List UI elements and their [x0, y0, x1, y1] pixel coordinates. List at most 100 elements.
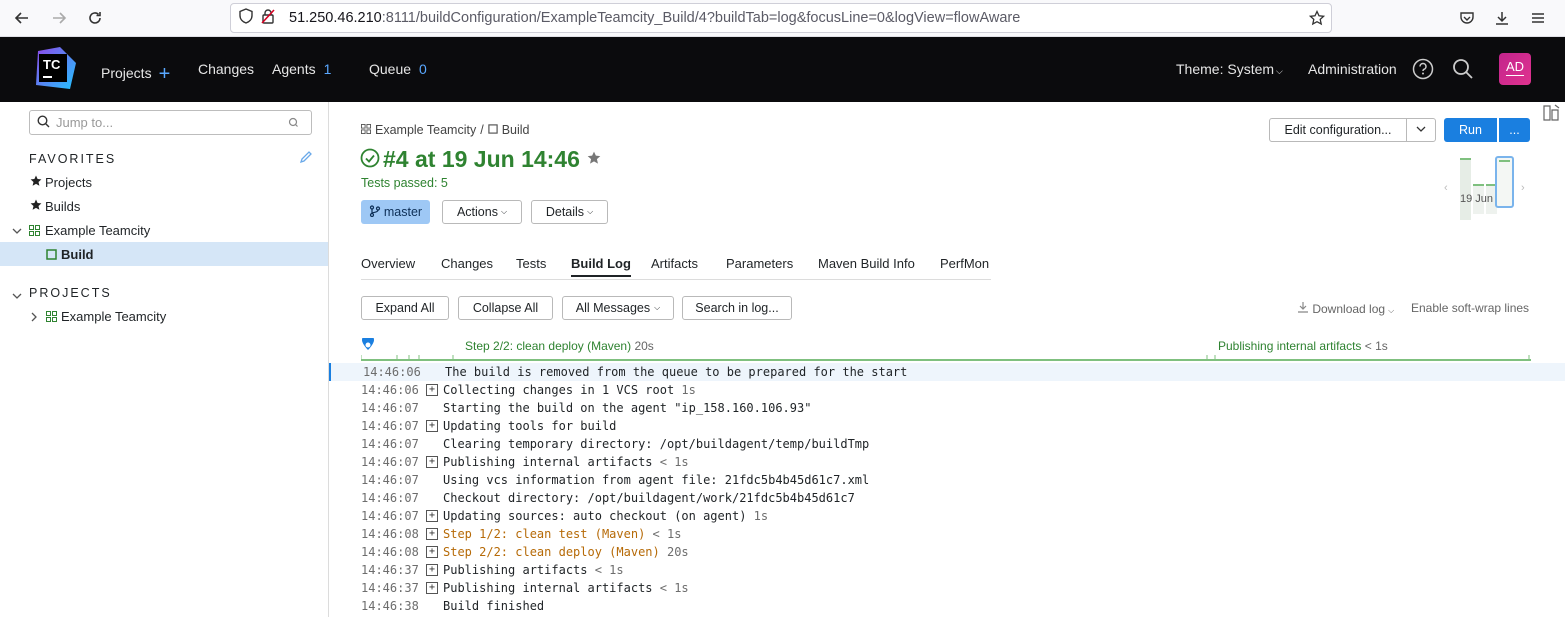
- url-text[interactable]: 51.250.46.210:8111/buildConfiguration/Ex…: [289, 10, 1303, 26]
- log-row[interactable]: 14:46:37 + Publishing internal artifacts <…: [329, 579, 1565, 597]
- log-message-text: Step 2/2: clean deploy (Maven): [443, 545, 660, 559]
- log-row[interactable]: 14:46:08 + Step 1/2: clean test (Maven) < …: [329, 525, 1565, 543]
- details-button[interactable]: Details ⌵: [531, 200, 608, 224]
- expand-icon[interactable]: +: [426, 510, 438, 522]
- expand-icon[interactable]: +: [426, 546, 438, 558]
- nav-queue[interactable]: Queue 0: [369, 61, 427, 77]
- expand-icon[interactable]: +: [426, 564, 438, 576]
- breadcrumb-build[interactable]: Build: [502, 123, 530, 137]
- tab-changes[interactable]: Changes: [441, 256, 493, 271]
- chevron-right-icon[interactable]: ›: [1521, 182, 1525, 194]
- back-icon[interactable]: [10, 6, 34, 30]
- log-message-text: Checkout directory: /opt/buildagent/work…: [443, 491, 855, 505]
- search-options-icon[interactable]: [288, 116, 299, 131]
- forward-icon[interactable]: [47, 6, 71, 30]
- log-row[interactable]: 14:46:07 + Updating tools for build: [329, 417, 1565, 435]
- expand-icon[interactable]: +: [426, 582, 438, 594]
- log-row[interactable]: 14:46:06 The build is removed from the qu…: [329, 363, 1565, 381]
- soft-wrap-toggle[interactable]: Enable soft-wrap lines: [1411, 301, 1529, 315]
- bookmark-star-icon[interactable]: [1303, 10, 1331, 26]
- nav-changes[interactable]: Changes: [198, 61, 254, 77]
- all-messages-dropdown[interactable]: All Messages ⌵: [562, 296, 674, 320]
- sidebar-item-builds[interactable]: Builds: [0, 194, 328, 218]
- log-row[interactable]: 14:46:07 Using vcs information from agent…: [329, 471, 1565, 489]
- build-history-chart[interactable]: ‹ 19 Jun ›: [1444, 154, 1534, 220]
- log-row[interactable]: 14:46:07 Clearing temporary directory: /o…: [329, 435, 1565, 453]
- search-in-log-button[interactable]: Search in log...: [682, 296, 792, 320]
- sidebar-project-example-teamcity[interactable]: Example Teamcity: [0, 304, 328, 328]
- sidebar-item-label: Example Teamcity: [61, 308, 167, 324]
- edit-favorites-icon[interactable]: [299, 150, 313, 167]
- run-options-button[interactable]: ...: [1499, 118, 1530, 142]
- expand-icon[interactable]: +: [426, 456, 438, 468]
- log-timeline[interactable]: Step 2/2: clean deploy (Maven) 20s Publi…: [361, 338, 1533, 362]
- reload-icon[interactable]: [83, 6, 107, 30]
- expand-icon[interactable]: +: [426, 528, 438, 540]
- log-timestamp: 14:46:38: [361, 599, 419, 613]
- pocket-icon[interactable]: [1455, 6, 1479, 30]
- expand-icon[interactable]: +: [426, 384, 438, 396]
- tab-artifacts[interactable]: Artifacts: [651, 256, 698, 271]
- history-bar[interactable]: [1460, 158, 1471, 220]
- tab-overview[interactable]: Overview: [361, 256, 415, 271]
- log-timestamp: 14:46:08: [361, 527, 419, 541]
- hamburger-menu-icon[interactable]: [1526, 6, 1550, 30]
- breadcrumb-project[interactable]: Example Teamcity: [375, 123, 476, 137]
- favorite-star-icon[interactable]: [587, 144, 601, 171]
- theme-selector[interactable]: Theme: System ⌵: [1176, 61, 1283, 77]
- jump-to-input[interactable]: Jump to...: [29, 110, 312, 135]
- sidebar-item-example-teamcity[interactable]: Example Teamcity: [0, 218, 328, 242]
- add-project-icon[interactable]: +: [159, 63, 171, 85]
- chevron-right-icon[interactable]: [29, 310, 39, 325]
- tab-build-log[interactable]: Build Log: [571, 256, 631, 277]
- feedback-widget-icon[interactable]: [1541, 104, 1561, 126]
- downloads-icon[interactable]: [1490, 6, 1514, 30]
- url-bar[interactable]: 51.250.46.210:8111/buildConfiguration/Ex…: [230, 3, 1332, 33]
- log-row[interactable]: 14:46:07 Checkout directory: /opt/buildag…: [329, 489, 1565, 507]
- log-duration: < 1s: [659, 581, 689, 595]
- log-duration: < 1s: [652, 527, 682, 541]
- log-row[interactable]: 14:46:06 + Collecting changes in 1 VCS roo…: [329, 381, 1565, 399]
- log-row[interactable]: 14:46:07 + Publishing internal artifacts <…: [329, 453, 1565, 471]
- insecure-lock-icon[interactable]: [261, 8, 275, 28]
- log-row[interactable]: 14:46:07 + Updating sources: auto checkout…: [329, 507, 1565, 525]
- collapse-all-button[interactable]: Collapse All: [458, 296, 553, 320]
- actions-button[interactable]: Actions ⌵: [442, 200, 522, 224]
- tab-perfmon[interactable]: PerfMon: [940, 256, 989, 271]
- user-avatar[interactable]: AD: [1499, 53, 1531, 85]
- tab-tests[interactable]: Tests: [516, 256, 546, 271]
- chevron-down-icon[interactable]: [12, 289, 22, 304]
- timeline-step2-label[interactable]: Step 2/2: clean deploy (Maven) 20s: [465, 339, 654, 353]
- expand-all-button[interactable]: Expand All: [361, 296, 449, 320]
- teamcity-logo-icon[interactable]: TC: [30, 45, 78, 93]
- sidebar-item-projects[interactable]: Projects: [0, 170, 328, 194]
- log-row[interactable]: 14:46:37 + Publishing artifacts < 1s: [329, 561, 1565, 579]
- nav-administration[interactable]: Administration: [1308, 61, 1397, 77]
- tab-parameters[interactable]: Parameters: [726, 256, 793, 271]
- tests-passed-link[interactable]: Tests passed: 5: [361, 176, 448, 190]
- log-row[interactable]: 14:46:07 Starting the build on the agent …: [329, 399, 1565, 417]
- nav-projects[interactable]: Projects +: [101, 61, 171, 85]
- edit-configuration-button[interactable]: Edit configuration...: [1269, 118, 1407, 142]
- sidebar-item-build[interactable]: Build: [0, 242, 328, 266]
- timeline-publish-label[interactable]: Publishing internal artifacts < 1s: [1218, 339, 1388, 353]
- search-icon[interactable]: [1452, 58, 1474, 83]
- all-messages-label: All Messages: [575, 301, 651, 315]
- log-row[interactable]: 14:46:08 + Step 2/2: clean deploy (Maven) …: [329, 543, 1565, 561]
- tab-maven-build-info[interactable]: Maven Build Info: [818, 256, 915, 271]
- help-icon[interactable]: [1412, 58, 1434, 83]
- chevron-down-icon: [1416, 123, 1426, 137]
- details-label: Details: [545, 205, 585, 219]
- chevron-left-icon[interactable]: ‹: [1444, 182, 1448, 194]
- edit-configuration-dropdown[interactable]: [1406, 118, 1436, 142]
- expand-icon[interactable]: +: [426, 420, 438, 432]
- chevron-down-icon[interactable]: [12, 224, 22, 239]
- download-log-link[interactable]: Download log ⌵: [1297, 301, 1394, 316]
- nav-agents[interactable]: Agents 1: [272, 61, 331, 77]
- history-bar-selected[interactable]: [1495, 156, 1514, 208]
- log-message: Updating tools for build: [443, 419, 616, 433]
- log-row[interactable]: 14:46:38 Build finished: [329, 597, 1565, 615]
- run-button[interactable]: Run: [1444, 118, 1497, 142]
- branch-badge[interactable]: master: [361, 200, 430, 224]
- shield-icon[interactable]: [239, 8, 253, 28]
